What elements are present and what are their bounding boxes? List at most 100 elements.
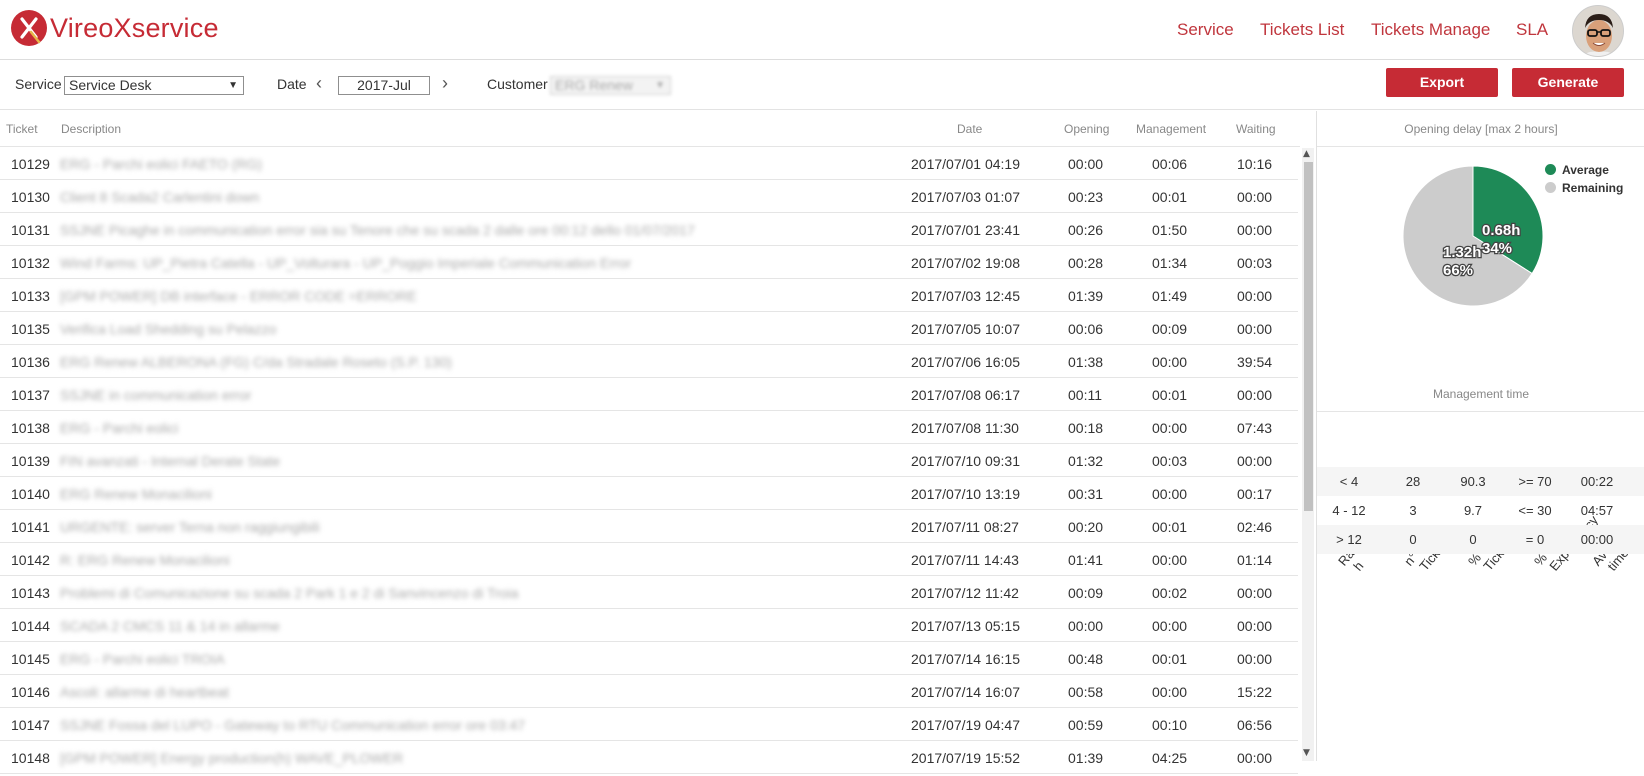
management-cell-pct_tickets: 0 — [1469, 532, 1477, 547]
waiting-cell: 00:00 — [1237, 387, 1273, 403]
opening-cell: 00:06 — [1068, 321, 1104, 337]
description-cell: FIN avanzati - Internal Derate State — [60, 453, 281, 469]
table-row[interactable]: 10136 ERG Renew ALBERONA (FG) C/da Strada… — [0, 345, 1298, 378]
ticket-cell: 10139 — [11, 453, 50, 469]
opening-cell: 01:39 — [1068, 288, 1104, 304]
service-select[interactable]: Service Desk ▼ — [64, 76, 244, 95]
chevron-right-icon[interactable]: › — [442, 73, 448, 94]
ticket-cell: 10129 — [11, 156, 50, 172]
nav-sla[interactable]: SLA — [1516, 20, 1548, 40]
management-cell-pct_tickets: 90.3 — [1460, 474, 1486, 489]
scroll-down-icon[interactable]: ▼ — [1303, 748, 1310, 758]
table-scrollbar[interactable]: ▲ ▼ — [1302, 148, 1314, 761]
description-cell: SSJNE in communication error — [60, 387, 252, 403]
table-row[interactable]: 10135 Verifica Load Shedding su Pelazzo 20… — [0, 312, 1298, 345]
waiting-cell: 00:00 — [1237, 288, 1273, 304]
table-row[interactable]: 10143 Problemi di Comunicazione su scada … — [0, 576, 1298, 609]
ticket-cell: 10137 — [11, 387, 50, 403]
header-ticket[interactable]: Ticket — [6, 122, 38, 136]
management-cell-avg: 00:00 — [1580, 532, 1614, 547]
opening-cell: 01:38 — [1068, 354, 1104, 370]
date-label: Date — [277, 76, 307, 92]
ticket-cell: 10133 — [11, 288, 50, 304]
filter-toolbar: Service Service Desk ▼ Date ‹ 2017-Jul ›… — [0, 60, 1644, 110]
chevron-left-icon[interactable]: ‹ — [316, 73, 322, 94]
description-cell: SCADA 2 CMCS 11 & 14 in allarme — [60, 618, 280, 634]
management-cell-range: 4 - 12 — [1332, 503, 1366, 518]
header-date[interactable]: Date — [957, 122, 982, 136]
customer-select[interactable]: ERG Renew ▼ — [550, 76, 671, 95]
opening-cell: 00:18 — [1068, 420, 1104, 436]
opening-cell: 00:48 — [1068, 651, 1104, 667]
table-row[interactable]: 10141 URGENTE: server Terna non raggiungi… — [0, 510, 1298, 543]
nav-service[interactable]: Service — [1177, 20, 1234, 40]
waiting-cell: 02:46 — [1237, 519, 1273, 535]
table-row[interactable]: 10129 ERG - Parchi eolici FAETO (RG) 2017/… — [0, 147, 1298, 180]
legend-average-label: Average — [1562, 163, 1609, 177]
description-cell: ERG - Parchi eolici TROIA — [60, 651, 225, 667]
date-cell: 2017/07/11 14:43 — [911, 552, 1019, 568]
legend-remaining: Remaining — [1545, 181, 1623, 195]
management-cell-tickets: 0 — [1409, 532, 1417, 547]
user-avatar[interactable] — [1572, 5, 1624, 57]
date-field[interactable]: 2017-Jul — [338, 76, 430, 95]
export-button[interactable]: Export — [1386, 68, 1498, 97]
brand-logo[interactable]: VireoXservice — [11, 10, 219, 46]
table-row[interactable]: 10140 ERG Renew Monacilioni 2017/07/10 13:… — [0, 477, 1298, 510]
scroll-up-icon[interactable]: ▲ — [1303, 149, 1310, 159]
description-cell: ERG - Parchi eolici — [60, 420, 179, 436]
management-cell: 00:01 — [1152, 651, 1188, 667]
header-waiting[interactable]: Waiting — [1236, 122, 1276, 136]
nav-tickets-list[interactable]: Tickets List — [1260, 20, 1344, 40]
ticket-cell: 10138 — [11, 420, 50, 436]
header-management[interactable]: Management — [1136, 122, 1206, 136]
description-cell: ERG Renew ALBERONA (FG) C/da Stradale Ro… — [60, 354, 452, 370]
header-opening[interactable]: Opening — [1064, 122, 1109, 136]
description-cell: SSJNE Picaghe in communication error sia… — [60, 222, 695, 238]
description-cell: ERG Renew Monacilioni — [60, 486, 212, 502]
table-row[interactable]: 10137 SSJNE in communication error 2017/07… — [0, 378, 1298, 411]
table-row[interactable]: 10139 FIN avanzati - Internal Derate Stat… — [0, 444, 1298, 477]
table-row[interactable]: 10132 Wind Farms: UP_Pietra Catella - UP_… — [0, 246, 1298, 279]
management-cell-range: < 4 — [1339, 474, 1359, 489]
date-cell: 2017/07/06 16:05 — [911, 354, 1020, 370]
ticket-cell: 10135 — [11, 321, 50, 337]
ticket-cell: 10141 — [11, 519, 50, 535]
table-row[interactable]: 10131 SSJNE Picaghe in communication erro… — [0, 213, 1298, 246]
date-cell: 2017/07/10 09:31 — [911, 453, 1020, 469]
table-row[interactable]: 10130 Client 8 Scada2 Carlentini down 2017… — [0, 180, 1298, 213]
management-cell-expectancy: = 0 — [1525, 532, 1545, 547]
table-row[interactable]: 10133 [GPM POWER] DB interface - ERROR CO… — [0, 279, 1298, 312]
management-row: < 4 28 90.3 >= 70 00:22 — [1317, 467, 1644, 496]
ticket-cell: 10131 — [11, 222, 50, 238]
scrollbar-thumb[interactable] — [1304, 162, 1313, 511]
waiting-cell: 00:00 — [1237, 585, 1273, 601]
remaining-value-label: 1.32h — [1443, 244, 1481, 261]
management-cell: 00:03 — [1152, 453, 1188, 469]
management-cell-range: > 12 — [1336, 532, 1362, 547]
nav-tickets-manage[interactable]: Tickets Manage — [1371, 20, 1490, 40]
table-row[interactable]: 10142 R: ERG Renew Monacilioni 2017/07/11 … — [0, 543, 1298, 576]
waiting-cell: 00:17 — [1237, 486, 1273, 502]
opening-cell: 00:09 — [1068, 585, 1104, 601]
generate-button[interactable]: Generate — [1512, 68, 1624, 97]
dropdown-arrow-icon: ▼ — [228, 80, 238, 91]
management-cell: 01:49 — [1152, 288, 1188, 304]
table-row[interactable]: 10144 SCADA 2 CMCS 11 & 14 in allarme 2017… — [0, 609, 1298, 642]
ticket-cell: 10143 — [11, 585, 50, 601]
table-row[interactable]: 10138 ERG - Parchi eolici 2017/07/08 11:30… — [0, 411, 1298, 444]
opening-cell: 00:59 — [1068, 717, 1104, 733]
header-description[interactable]: Description — [61, 122, 121, 136]
panel-divider — [1317, 411, 1644, 412]
management-cell: 04:25 — [1152, 750, 1188, 766]
management-cell-avg: 04:57 — [1580, 503, 1614, 518]
table-row[interactable]: 10147 SSJNE Fossa del LUPO - Gateway to R… — [0, 708, 1298, 741]
table-row[interactable]: 10145 ERG - Parchi eolici TROIA 2017/07/14… — [0, 642, 1298, 675]
table-row[interactable]: 10148 [GPM POWER] Energy production(h) WA… — [0, 741, 1298, 774]
management-cell: 00:09 — [1152, 321, 1188, 337]
description-cell: [GPM POWER] DB interface - ERROR CODE =E… — [60, 288, 417, 304]
date-cell: 2017/07/11 08:27 — [911, 519, 1019, 535]
management-cell: 00:00 — [1152, 684, 1188, 700]
table-row[interactable]: 10146 Ascoli: allarme di heartbeat 2017/07… — [0, 675, 1298, 708]
stats-panel: Opening delay [max 2 hours] 0.68h 34% 1.32… — [1316, 111, 1644, 761]
